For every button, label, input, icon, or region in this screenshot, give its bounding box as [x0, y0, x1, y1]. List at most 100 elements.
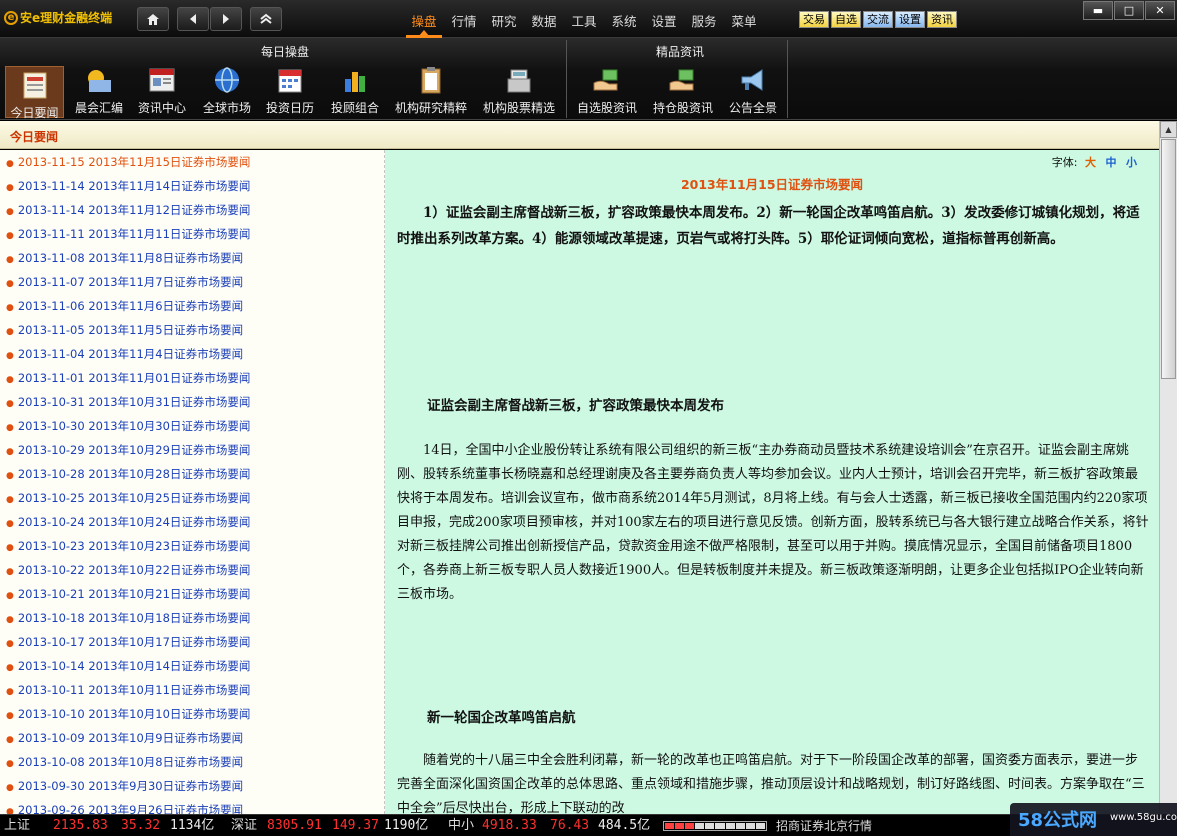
font-size-label: 字体: [1051, 156, 1078, 169]
back-button[interactable] [177, 7, 209, 31]
menu-item-quotes[interactable]: 行情 [444, 11, 484, 30]
news-list-item[interactable]: ● 2013-11-06 2013年11月6日证券市场要闻 [6, 298, 243, 314]
font-size-small-button[interactable]: 小 [1126, 156, 1137, 169]
globe-icon [215, 67, 239, 93]
font-size-large-button[interactable]: 大 [1085, 156, 1096, 169]
forward-button[interactable] [210, 7, 242, 31]
news-list-item[interactable]: ● 2013-11-14 2013年11月12日证券市场要闻 [6, 202, 250, 218]
shenzhen-volume: 1190亿 [384, 818, 429, 833]
sme-volume: 484.5亿 [598, 818, 651, 833]
vertical-scrollbar[interactable]: ▲ [1159, 121, 1177, 814]
news-title: 2013年10月18日证券市场要闻 [88, 611, 251, 625]
menu-item-data[interactable]: 数据 [524, 11, 564, 30]
tool-investment-calendar[interactable]: 投资日历 [262, 64, 318, 116]
tool-today-news[interactable]: 今日要闻 [5, 66, 64, 120]
menu-item-system[interactable]: 系统 [604, 11, 644, 30]
bullet-icon: ● [6, 519, 14, 529]
menu-item-menu[interactable]: 菜单 [724, 11, 764, 30]
arrow-left-icon [190, 14, 196, 24]
up-button[interactable] [250, 7, 282, 31]
tool-institutional-picks[interactable]: 机构股票精选 [480, 64, 558, 116]
tool-label: 机构研究精粹 [394, 101, 467, 115]
news-date: 2013-11-05 [17, 323, 85, 337]
news-date: 2013-10-08 [17, 755, 85, 769]
news-list-item[interactable]: ● 2013-10-24 2013年10月24日证券市场要闻 [6, 514, 250, 530]
info-button[interactable]: 资讯 [927, 11, 957, 28]
menu-item-service[interactable]: 服务 [684, 11, 724, 30]
news-list-item[interactable]: ● 2013-11-11 2013年11月11日证券市场要闻 [6, 226, 250, 242]
watchlist-button[interactable]: 自选 [831, 11, 861, 28]
tool-label: 全球市场 [202, 101, 251, 115]
tool-label: 持仓股资讯 [652, 101, 713, 115]
news-list-item[interactable]: ● 2013-10-11 2013年10月11日证券市场要闻 [6, 682, 250, 698]
close-button[interactable]: ✕ [1145, 1, 1175, 20]
home-button[interactable] [137, 7, 169, 31]
news-list-item[interactable]: ● 2013-09-26 2013年9月26日证券市场要闻 [6, 802, 243, 814]
news-list-item[interactable]: ● 2013-11-04 2013年11月4日证券市场要闻 [6, 346, 243, 362]
news-list-item[interactable]: ● 2013-10-28 2013年10月28日证券市场要闻 [6, 466, 250, 482]
minimize-button[interactable]: ▬ [1083, 1, 1113, 20]
news-list-item[interactable]: ● 2013-11-01 2013年11月01日证券市场要闻 [6, 370, 250, 386]
tool-advisor-portfolio[interactable]: 投顾组合 [327, 64, 383, 116]
news-list-item[interactable]: ● 2013-10-29 2013年10月29日证券市场要闻 [6, 442, 250, 458]
news-list-item[interactable]: ● 2013-10-30 2013年10月30日证券市场要闻 [6, 418, 250, 434]
maximize-button[interactable]: □ [1114, 1, 1144, 20]
calendar-icon [278, 69, 302, 93]
news-list-item[interactable]: ● 2013-10-21 2013年10月21日证券市场要闻 [6, 586, 250, 602]
news-title: 2013年11月7日证券市场要闻 [88, 275, 244, 289]
bullet-icon: ● [6, 351, 14, 361]
news-list-item[interactable]: ● 2013-11-05 2013年11月5日证券市场要闻 [6, 322, 243, 338]
news-list-item[interactable]: ● 2013-09-30 2013年9月30日证券市场要闻 [6, 778, 243, 794]
article-paragraph: 14日，全国中小企业股份转让系统有限公司组织的新三板“主办券商动员暨技术系统建设… [397, 443, 1149, 602]
tool-news-center[interactable]: 资讯中心 [134, 64, 190, 116]
news-list-item[interactable]: ● 2013-10-25 2013年10月25日证券市场要闻 [6, 490, 250, 506]
news-list-item[interactable]: ● 2013-10-17 2013年10月17日证券市场要闻 [6, 634, 250, 650]
news-date: 2013-10-22 [17, 563, 85, 577]
news-list-item[interactable]: ● 2013-10-14 2013年10月14日证券市场要闻 [6, 658, 250, 674]
chat-button[interactable]: 交流 [863, 11, 893, 28]
tool-morning-briefing[interactable]: 晨会汇编 [71, 64, 127, 116]
news-title: 2013年9月26日证券市场要闻 [88, 803, 244, 814]
news-list-item[interactable]: ● 2013-10-23 2013年10月23日证券市场要闻 [6, 538, 250, 554]
menu-item-trade-ops[interactable]: 操盘 [404, 11, 444, 38]
menu-item-tools[interactable]: 工具 [564, 11, 604, 30]
news-list-item[interactable]: ● 2013-10-08 2013年10月8日证券市场要闻 [6, 754, 243, 770]
tool-holdings-news[interactable]: 持仓股资讯 [650, 64, 716, 116]
news-list-item[interactable]: ● 2013-10-18 2013年10月18日证券市场要闻 [6, 610, 250, 626]
tool-global-markets[interactable]: 全球市场 [199, 64, 255, 116]
menu-item-research[interactable]: 研究 [484, 11, 524, 30]
news-title: 2013年10月30日证券市场要闻 [88, 419, 251, 433]
settings-button[interactable]: 设置 [895, 11, 925, 28]
megaphone-icon [741, 69, 763, 91]
tool-label: 今日要闻 [10, 106, 59, 120]
news-list-item[interactable]: ● 2013-11-07 2013年11月7日证券市场要闻 [6, 274, 243, 290]
trade-button[interactable]: 交易 [799, 11, 829, 28]
font-size-control: 字体: 大 中 小 [1052, 154, 1137, 170]
news-list-item[interactable]: ● 2013-10-09 2013年10月9日证券市场要闻 [6, 730, 243, 746]
news-date: 2013-11-07 [17, 275, 85, 289]
news-list-item[interactable]: ● 2013-10-22 2013年10月22日证券市场要闻 [6, 562, 250, 578]
bullet-icon: ● [6, 687, 14, 697]
news-date: 2013-10-21 [17, 587, 85, 601]
news-list-item[interactable]: ● 2013-10-10 2013年10月10日证券市场要闻 [6, 706, 250, 722]
bullet-icon: ● [6, 615, 14, 625]
menu-item-settings[interactable]: 设置 [644, 11, 684, 30]
news-list: ● 2013-11-15 2013年11月15日证券市场要闻 ● 2013-11-14… [0, 150, 385, 814]
news-list-item[interactable]: ● 2013-10-31 2013年10月31日证券市场要闻 [6, 394, 250, 410]
scroll-thumb[interactable] [1161, 139, 1176, 379]
tool-watchlist-news[interactable]: 自选股资讯 [575, 64, 639, 116]
news-title: 2013年11月15日证券市场要闻 [88, 155, 251, 169]
news-title: 2013年10月8日证券市场要闻 [88, 755, 244, 769]
news-list-item[interactable]: ● 2013-11-08 2013年11月8日证券市场要闻 [6, 250, 243, 266]
tool-announcements[interactable]: 公告全景 [726, 64, 780, 116]
double-chevron-up-icon [260, 13, 272, 24]
hand-money-icon [669, 69, 694, 91]
scroll-up-arrow-icon[interactable]: ▲ [1160, 121, 1177, 138]
news-list-item[interactable]: ● 2013-11-14 2013年11月14日证券市场要闻 [6, 178, 250, 194]
shanghai-index-value: 2135.83 [53, 818, 108, 833]
news-list-item[interactable]: ● 2013-11-15 2013年11月15日证券市场要闻 [6, 154, 250, 170]
bullet-icon: ● [6, 183, 14, 193]
font-size-medium-button[interactable]: 中 [1106, 156, 1117, 169]
tool-institutional-research[interactable]: 机构研究精粹 [393, 64, 469, 116]
news-title: 2013年10月28日证券市场要闻 [88, 467, 251, 481]
